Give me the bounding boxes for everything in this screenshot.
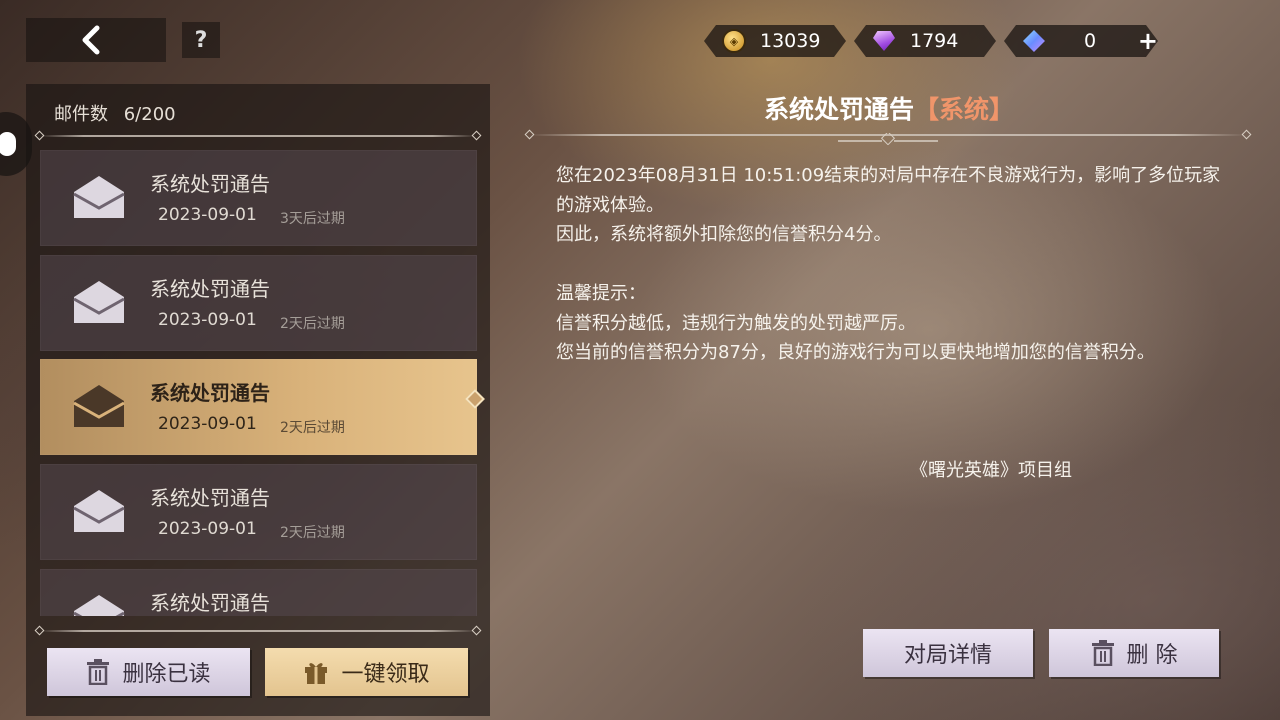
mail-expiry: 2天后过期 <box>280 420 345 436</box>
mail-item[interactable]: 系统处罚通告 <box>40 569 477 616</box>
envelope-icon <box>73 176 125 218</box>
back-button[interactable] <box>26 18 166 62</box>
mail-count: 邮件数 6/200 <box>54 100 176 126</box>
mail-body: 您在2023年08月31日 10:51:09结束的对局中存在不良游戏行为，影响了… <box>556 165 1221 363</box>
mail-subject: 系统处罚通告 <box>150 381 270 405</box>
gift-icon <box>303 659 329 685</box>
mail-item[interactable]: 系统处罚通告 2023-09-01 2天后过期 <box>40 464 477 560</box>
gem-icon <box>873 31 895 51</box>
mail-subject: 系统处罚通告 <box>150 591 270 615</box>
diamond-icon <box>1023 30 1045 52</box>
help-label: ? <box>194 27 208 53</box>
envelope-icon <box>73 281 125 323</box>
match-detail-button[interactable]: 对局详情 <box>863 629 1033 677</box>
envelope-icon <box>73 490 125 532</box>
coin-counter: ◈ 13039 <box>704 25 846 57</box>
mail-count-value: 6/200 <box>123 104 176 125</box>
delete-read-button[interactable]: 删除已读 <box>47 648 250 696</box>
mail-expiry: 2天后过期 <box>280 525 345 541</box>
add-currency-button[interactable]: + <box>1138 27 1158 55</box>
mail-subject: 系统处罚通告 <box>150 486 270 510</box>
mail-item[interactable]: 系统处罚通告 2023-09-01 2天后过期 <box>40 255 477 351</box>
mail-expiry: 3天后过期 <box>280 211 345 227</box>
divider <box>40 630 476 632</box>
title-ornament <box>838 130 938 146</box>
mail-title-text: 系统处罚通告 <box>763 95 914 124</box>
trash-icon <box>86 659 110 685</box>
mail-item[interactable]: 系统处罚通告 2023-09-01 3天后过期 <box>40 150 477 246</box>
mail-subject: 系统处罚通告 <box>150 277 270 301</box>
envelope-icon <box>73 595 125 616</box>
mail-list[interactable]: 系统处罚通告 2023-09-01 3天后过期 系统处罚通告 2023-09-0… <box>40 150 478 616</box>
delete-read-label: 删除已读 <box>122 662 211 687</box>
gem-value: 1794 <box>910 30 959 52</box>
mail-date: 2023-09-01 <box>158 310 257 330</box>
mail-count-label: 邮件数 <box>54 104 108 125</box>
mail-title: 系统处罚通告【系统】 <box>530 90 1248 126</box>
delete-label: 删 除 <box>1126 643 1178 668</box>
trash-icon <box>1091 640 1115 666</box>
mail-date: 2023-09-01 <box>158 414 257 434</box>
match-detail-label: 对局详情 <box>903 643 992 668</box>
envelope-icon <box>73 385 125 427</box>
help-button[interactable]: ? <box>182 22 220 58</box>
mail-date: 2023-09-01 <box>158 519 257 539</box>
mail-subject: 系统处罚通告 <box>150 172 270 196</box>
delete-button[interactable]: 删 除 <box>1049 629 1219 677</box>
mail-tag: 【系统】 <box>914 95 1015 124</box>
diamond-value: 0 <box>1083 30 1097 52</box>
mail-signature: 《曙光英雄》项目组 <box>910 460 1072 481</box>
chevron-left-icon <box>82 25 100 55</box>
mail-item-selected[interactable]: 系统处罚通告 2023-09-01 2天后过期 <box>40 359 477 455</box>
divider <box>40 135 476 137</box>
claim-all-button[interactable]: 一键领取 <box>265 648 468 696</box>
coin-icon: ◈ <box>722 29 746 53</box>
gem-counter: 1794 <box>854 25 996 57</box>
mail-date: 2023-09-01 <box>158 205 257 225</box>
mail-expiry: 2天后过期 <box>280 316 345 332</box>
diamond-counter: 0 + <box>1004 25 1158 57</box>
coin-value: 13039 <box>760 30 821 52</box>
claim-all-label: 一键领取 <box>341 662 430 687</box>
